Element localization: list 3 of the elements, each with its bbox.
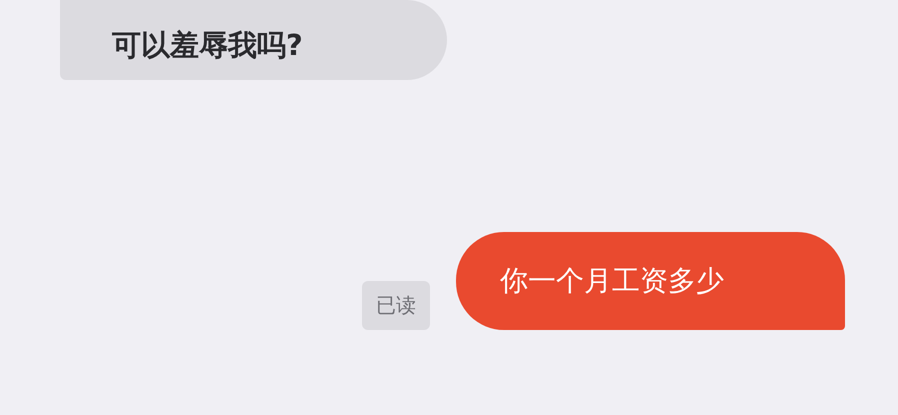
read-receipt: 已读 xyxy=(362,281,430,330)
message-bubble: 你一个月工资多少 xyxy=(456,232,845,330)
message-bubble: 可以羞辱我吗? xyxy=(60,0,447,80)
